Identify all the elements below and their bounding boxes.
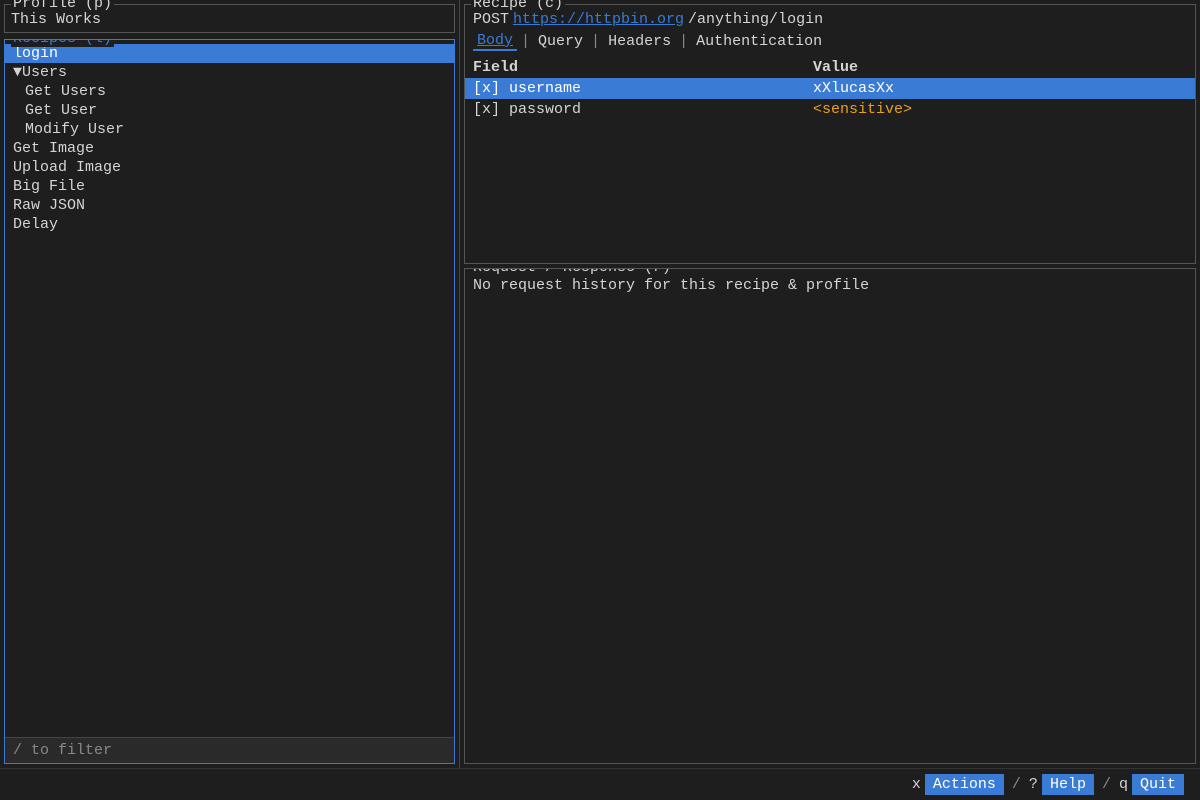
recipe-item-modify-user[interactable]: Modify User [5, 120, 454, 139]
separator-1: / [1012, 776, 1021, 793]
tab-headers[interactable]: Headers [604, 33, 675, 50]
recipe-tabs: Body | Query | Headers | Authentication [465, 30, 1195, 53]
separator-2: / [1102, 776, 1111, 793]
header-value: Value [813, 59, 1187, 76]
quit-button[interactable]: Quit [1132, 774, 1184, 795]
filter-bar[interactable]: / to filter [5, 737, 454, 763]
recipe-item-upload-image[interactable]: Upload Image [5, 158, 454, 177]
request-response-content: No request history for this recipe & pro… [465, 269, 1195, 763]
recipe-item-get-user[interactable]: Get User [5, 101, 454, 120]
bottom-bar: x Actions / ? Help / q Quit [0, 768, 1200, 800]
recipe-item-raw-json[interactable]: Raw JSON [5, 196, 454, 215]
recipe-item-delay[interactable]: Delay [5, 215, 454, 234]
profile-section: Profile (p) This Works [4, 4, 455, 33]
filter-placeholder: / to filter [13, 742, 112, 759]
recipe-detail-title: Recipe (c) [471, 0, 565, 12]
profile-section-title: Profile (p) [11, 0, 114, 12]
recipe-item-get-image[interactable]: Get Image [5, 139, 454, 158]
tab-body[interactable]: Body [473, 32, 517, 51]
right-panel: Recipe (c) POST https://httpbin.org /any… [460, 0, 1200, 768]
row-value-0: xXlucasXx [813, 80, 1187, 97]
actions-button[interactable]: Actions [925, 774, 1004, 795]
table-header: Field Value [465, 57, 1195, 78]
row-field-1: [x] password [473, 101, 813, 118]
request-response-title: Request / Response (r) [471, 268, 673, 276]
recipes-list: login▼UsersGet UsersGet UserModify UserG… [5, 40, 454, 737]
bottom-actions: x Actions / ? Help / q Quit [912, 774, 1184, 795]
tab-authentication[interactable]: Authentication [692, 33, 826, 50]
url-base[interactable]: https://httpbin.org [513, 11, 684, 28]
recipe-detail-section: Recipe (c) POST https://httpbin.org /any… [464, 4, 1196, 264]
header-field: Field [473, 59, 813, 76]
request-response-section: Request / Response (r) No request histor… [464, 268, 1196, 764]
recipe-item-big-file[interactable]: Big File [5, 177, 454, 196]
table-row[interactable]: [x] usernamexXlucasXx [465, 78, 1195, 99]
recipe-item-users[interactable]: ▼Users [5, 63, 454, 82]
recipes-section-title: Recipes (l) [11, 39, 114, 47]
table-rows-container: [x] usernamexXlucasXx[x] password<sensit… [465, 78, 1195, 120]
main-layout: Profile (p) This Works Recipes (l) login… [0, 0, 1200, 768]
url-path: /anything/login [688, 11, 823, 28]
actions-key: x [912, 776, 921, 793]
recipes-section: Recipes (l) login▼UsersGet UsersGet User… [4, 39, 455, 764]
recipe-url-bar: POST https://httpbin.org /anything/login [465, 5, 1195, 30]
help-key: ? [1029, 776, 1038, 793]
quit-key: q [1119, 776, 1128, 793]
left-panel: Profile (p) This Works Recipes (l) login… [0, 0, 460, 768]
body-table: Field Value [x] usernamexXlucasXx[x] pas… [465, 53, 1195, 263]
help-button[interactable]: Help [1042, 774, 1094, 795]
table-row[interactable]: [x] password<sensitive> [465, 99, 1195, 120]
recipe-item-get-users[interactable]: Get Users [5, 82, 454, 101]
empty-message: No request history for this recipe & pro… [473, 277, 869, 294]
row-value-1: <sensitive> [813, 101, 1187, 118]
tab-query[interactable]: Query [534, 33, 587, 50]
http-method: POST [473, 11, 509, 28]
row-field-0: [x] username [473, 80, 813, 97]
